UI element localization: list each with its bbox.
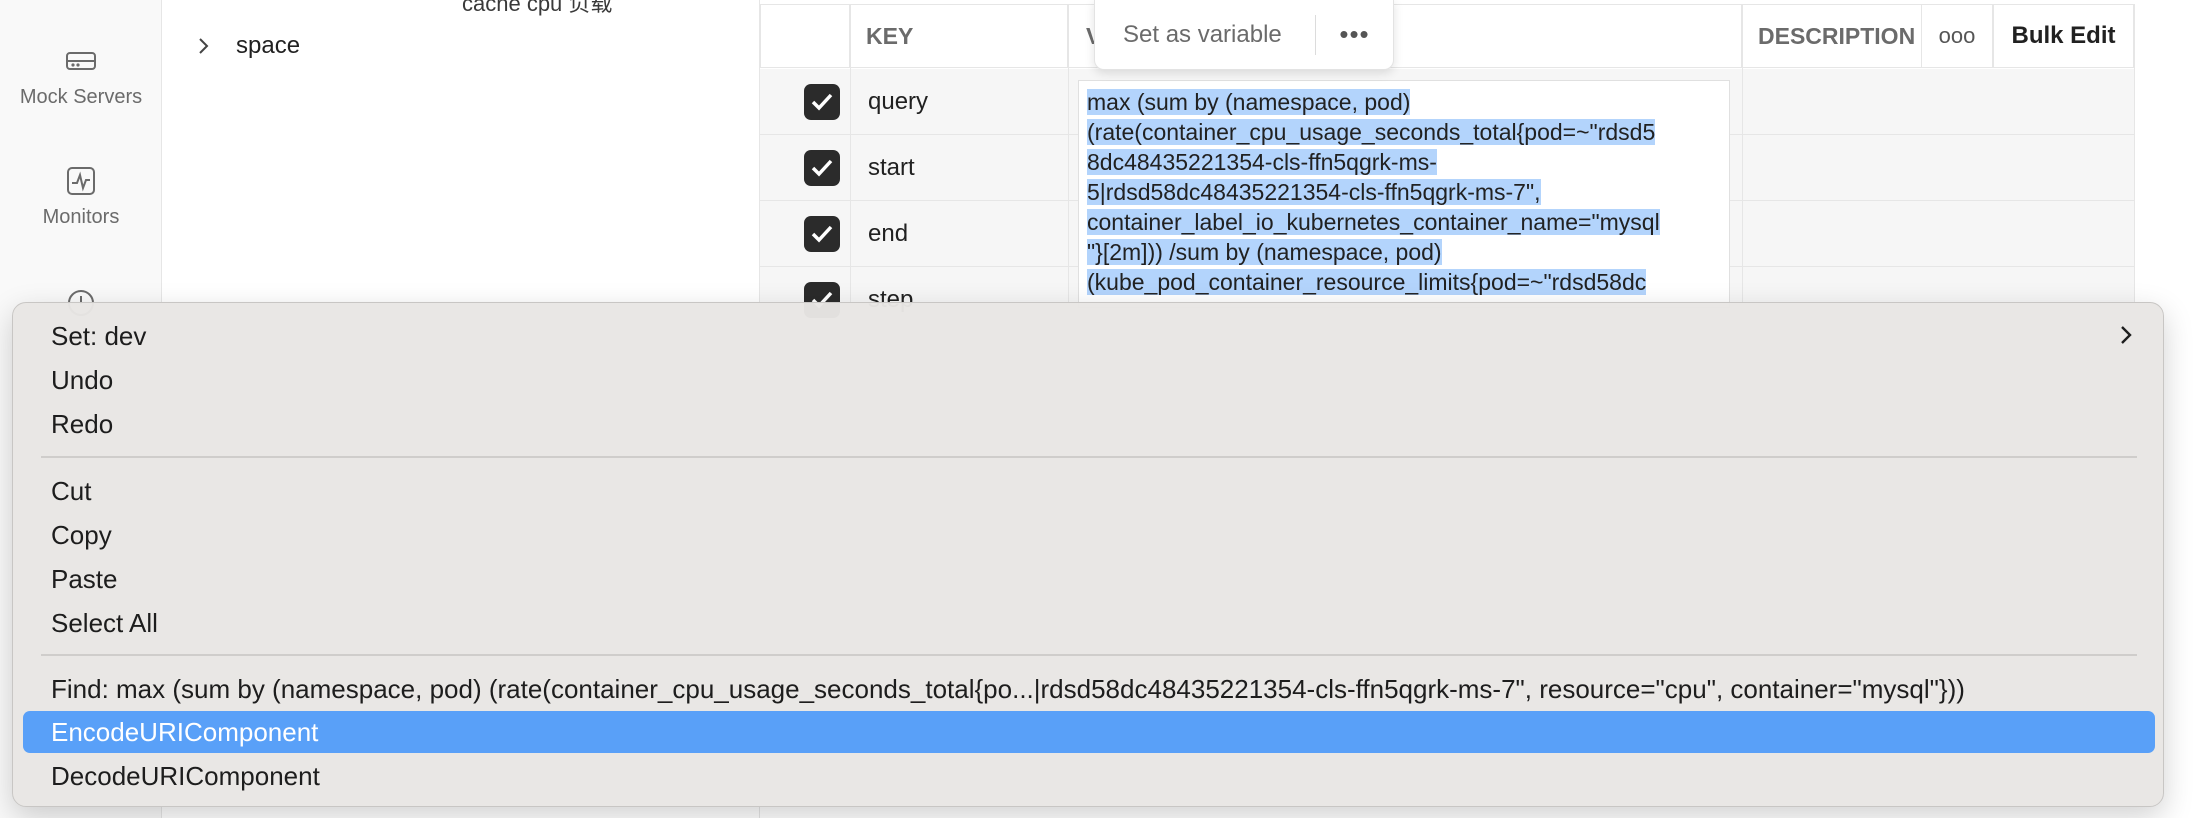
- value-line: (kube_pod_container_resource_limits{pod=…: [1087, 269, 1647, 295]
- menu-item-cut[interactable]: Cut: [23, 470, 2155, 512]
- header-checkbox-col: [760, 4, 850, 68]
- row-key[interactable]: query: [868, 69, 928, 135]
- value-line: container_label_io_kubernetes_container_…: [1087, 209, 1660, 235]
- menu-item-find[interactable]: Find: max (sum by (namespace, pod) (rate…: [23, 668, 2155, 710]
- more-options-icon[interactable]: •••: [1316, 19, 1393, 50]
- column-divider: [1742, 4, 1743, 304]
- context-menu: Set: dev Undo Redo Cut Copy Paste Select…: [12, 302, 2164, 807]
- row-key[interactable]: end: [868, 201, 908, 267]
- column-divider: [2134, 4, 2135, 304]
- header-key: KEY: [850, 4, 1068, 68]
- chevron-right-icon[interactable]: [192, 35, 214, 57]
- mock-server-icon: [66, 52, 96, 70]
- sidebar-item-label: Mock Servers: [19, 86, 143, 108]
- menu-item-undo[interactable]: Undo: [23, 359, 2155, 401]
- value-line: 5|rdsd58dc48435221354-cls-ffn5qgrk-ms-7"…: [1087, 179, 1541, 205]
- header-description: DESCRIPTION: [1742, 4, 1921, 68]
- menu-item-label: Set: dev: [51, 320, 147, 351]
- chevron-right-icon: [2121, 326, 2132, 344]
- sidebar-item-monitors[interactable]: Monitors: [0, 164, 162, 229]
- row-key[interactable]: start: [868, 135, 915, 201]
- tree-item-partial[interactable]: cache cpu 负载: [462, 0, 612, 18]
- value-editor[interactable]: max (sum by (namespace, pod) (rate(conta…: [1078, 80, 1730, 308]
- menu-item-select-all[interactable]: Select All: [23, 602, 2155, 644]
- column-divider: [850, 4, 851, 304]
- sidebar-item-mock-servers[interactable]: Mock Servers: [0, 44, 162, 109]
- row-checkbox[interactable]: [804, 84, 840, 120]
- check-icon: [811, 225, 833, 243]
- menu-separator: [41, 456, 2137, 458]
- menu-item-encode-uri-component[interactable]: EncodeURIComponent: [23, 711, 2155, 753]
- menu-item-decode-uri-component[interactable]: DecodeURIComponent: [23, 755, 2155, 797]
- menu-item-copy[interactable]: Copy: [23, 514, 2155, 556]
- menu-item-redo[interactable]: Redo: [23, 403, 2155, 445]
- sidebar-item-label: Monitors: [42, 206, 120, 228]
- tree-folder-space[interactable]: space: [192, 32, 300, 60]
- value-line: max (sum by (namespace, pod): [1087, 89, 1411, 115]
- monitor-icon: [67, 167, 95, 195]
- menu-item-set-environment[interactable]: Set: dev: [23, 315, 2155, 357]
- set-variable-toolbar: Set as variable •••: [1094, 0, 1394, 70]
- menu-item-paste[interactable]: Paste: [23, 558, 2155, 600]
- row-checkbox[interactable]: [804, 150, 840, 186]
- check-icon: [811, 93, 833, 111]
- tree-folder-label: space: [236, 32, 301, 59]
- set-as-variable-button[interactable]: Set as variable: [1095, 21, 1315, 49]
- value-line: (rate(container_cpu_usage_seconds_total{…: [1087, 119, 1656, 145]
- bulk-edit-button[interactable]: Bulk Edit: [1993, 4, 2134, 68]
- row-checkbox[interactable]: [804, 216, 840, 252]
- menu-separator: [41, 654, 2137, 656]
- value-line: 8dc48435221354-cls-ffn5qgrk-ms-: [1087, 149, 1437, 175]
- value-line: "}[2m])) /sum by (namespace, pod): [1087, 239, 1442, 265]
- column-divider: [1068, 4, 1069, 304]
- table-more-button[interactable]: ooo: [1921, 4, 1993, 68]
- check-icon: [811, 159, 833, 177]
